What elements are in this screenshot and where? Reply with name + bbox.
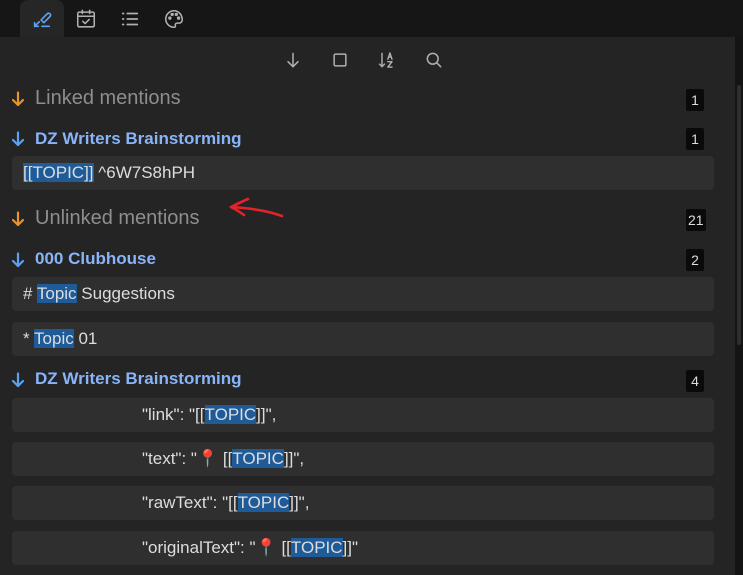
match-text: * bbox=[23, 329, 35, 348]
tab-backlinks[interactable] bbox=[20, 0, 64, 37]
linked-mentions-header[interactable]: Linked mentions 1 bbox=[0, 85, 735, 113]
match-text: [[ bbox=[276, 538, 291, 557]
match-text: ]]", bbox=[256, 405, 277, 424]
group-collapse-arrow-icon bbox=[11, 372, 25, 388]
sort-az-icon bbox=[378, 52, 393, 68]
search-button[interactable] bbox=[421, 47, 447, 73]
pin-icon: 📍 bbox=[255, 538, 277, 557]
unlinked-mentions-header[interactable]: Unlinked mentions 21 bbox=[0, 205, 735, 233]
group-collapse-arrow-icon bbox=[11, 131, 25, 147]
file-title[interactable]: 000 Clubhouse bbox=[35, 249, 156, 269]
backlinks-panel: Linked mentions 1 DZ Writers Brainstormi… bbox=[0, 37, 735, 575]
match-text: "link": "[[ bbox=[142, 405, 205, 424]
section-title: Unlinked mentions bbox=[35, 207, 200, 229]
pin-icon: 📍 bbox=[196, 449, 219, 468]
file-group-header[interactable]: DZ Writers Brainstorming 1 bbox=[0, 127, 735, 151]
show-more-context-button[interactable] bbox=[327, 47, 353, 73]
count-badge: 4 bbox=[686, 370, 704, 392]
match-text: 01 bbox=[73, 329, 98, 348]
match-highlight: TOPIC bbox=[204, 405, 257, 424]
count-badge: 21 bbox=[686, 209, 706, 231]
tab-calendar[interactable] bbox=[64, 0, 108, 37]
search-result-match[interactable]: "originalText": "📍 [[TOPIC]]" bbox=[12, 531, 714, 565]
sidebar-tab-bar bbox=[0, 0, 743, 37]
search-result-match[interactable]: [[TOPIC]] ^6W7S8hPH bbox=[12, 156, 714, 190]
file-title[interactable]: DZ Writers Brainstorming bbox=[35, 129, 242, 149]
group-collapse-arrow-icon bbox=[11, 252, 25, 268]
count-badge: 2 bbox=[686, 249, 704, 271]
collapse-results-button[interactable] bbox=[280, 47, 306, 73]
scrollbar-thumb[interactable] bbox=[737, 85, 741, 345]
annotation-arrow-icon bbox=[229, 197, 284, 218]
match-text: # bbox=[23, 284, 37, 303]
match-text: Suggestions bbox=[76, 284, 175, 303]
list-icon bbox=[121, 12, 139, 25]
match-highlight: TOPIC bbox=[232, 449, 284, 468]
match-text: "rawText": "[[ bbox=[142, 493, 238, 512]
match-highlight: TOPIC bbox=[290, 538, 343, 557]
search-icon bbox=[426, 52, 442, 68]
arrow-down-icon bbox=[287, 52, 299, 68]
match-text: ]]", bbox=[289, 493, 310, 512]
count-badge: 1 bbox=[686, 128, 704, 150]
match-text: "originalText": " bbox=[142, 538, 256, 557]
search-result-match[interactable]: # Topic Suggestions bbox=[12, 277, 714, 311]
calendar-check-icon bbox=[76, 9, 96, 28]
match-highlight: Topic bbox=[36, 284, 77, 303]
match-highlight: Topic bbox=[34, 329, 74, 348]
section-collapse-arrow-icon bbox=[11, 211, 25, 227]
match-text: [[ bbox=[218, 449, 233, 468]
match-text: ^6W7S8hPH bbox=[93, 163, 196, 182]
search-result-match[interactable]: "rawText": "[[TOPIC]]", bbox=[12, 486, 714, 520]
search-result-match[interactable]: "link": "[[TOPIC]]", bbox=[12, 398, 714, 432]
file-group-header[interactable]: 000 Clubhouse 2 bbox=[0, 248, 735, 272]
match-text: "text": " bbox=[142, 449, 197, 468]
match-highlight: [[TOPIC]] bbox=[23, 163, 94, 182]
square-icon bbox=[333, 53, 347, 67]
search-result-match[interactable]: * Topic 01 bbox=[12, 322, 714, 356]
count-badge: 1 bbox=[686, 89, 704, 111]
match-text: ]]" bbox=[342, 538, 359, 557]
tab-outline[interactable] bbox=[108, 0, 152, 37]
backlink-icon bbox=[33, 11, 52, 27]
file-group-header[interactable]: DZ Writers Brainstorming 4 bbox=[0, 368, 735, 392]
palette-icon bbox=[165, 9, 184, 28]
tab-style-settings[interactable] bbox=[152, 0, 196, 37]
match-text: ]]", bbox=[283, 449, 305, 468]
sort-button[interactable] bbox=[374, 47, 400, 73]
scrollbar[interactable] bbox=[735, 37, 743, 575]
file-title[interactable]: DZ Writers Brainstorming bbox=[35, 369, 242, 389]
section-collapse-arrow-icon bbox=[11, 91, 25, 107]
search-result-match[interactable]: "text": "📍 [[TOPIC]]", bbox=[12, 442, 714, 476]
section-title: Linked mentions bbox=[35, 87, 181, 109]
match-highlight: TOPIC bbox=[237, 493, 290, 512]
